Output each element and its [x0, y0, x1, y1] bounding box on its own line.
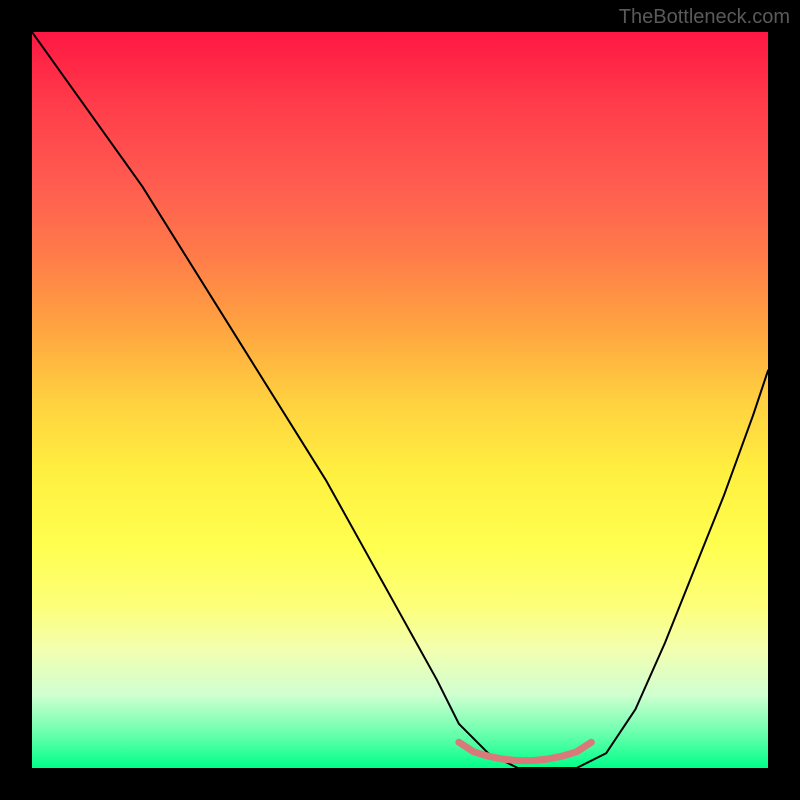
- chart-svg: [32, 32, 768, 768]
- chart-container: TheBottleneck.com: [0, 0, 800, 800]
- plot-area: [32, 32, 768, 768]
- watermark-text: TheBottleneck.com: [619, 6, 790, 29]
- series-bottleneck-curve: [32, 32, 768, 768]
